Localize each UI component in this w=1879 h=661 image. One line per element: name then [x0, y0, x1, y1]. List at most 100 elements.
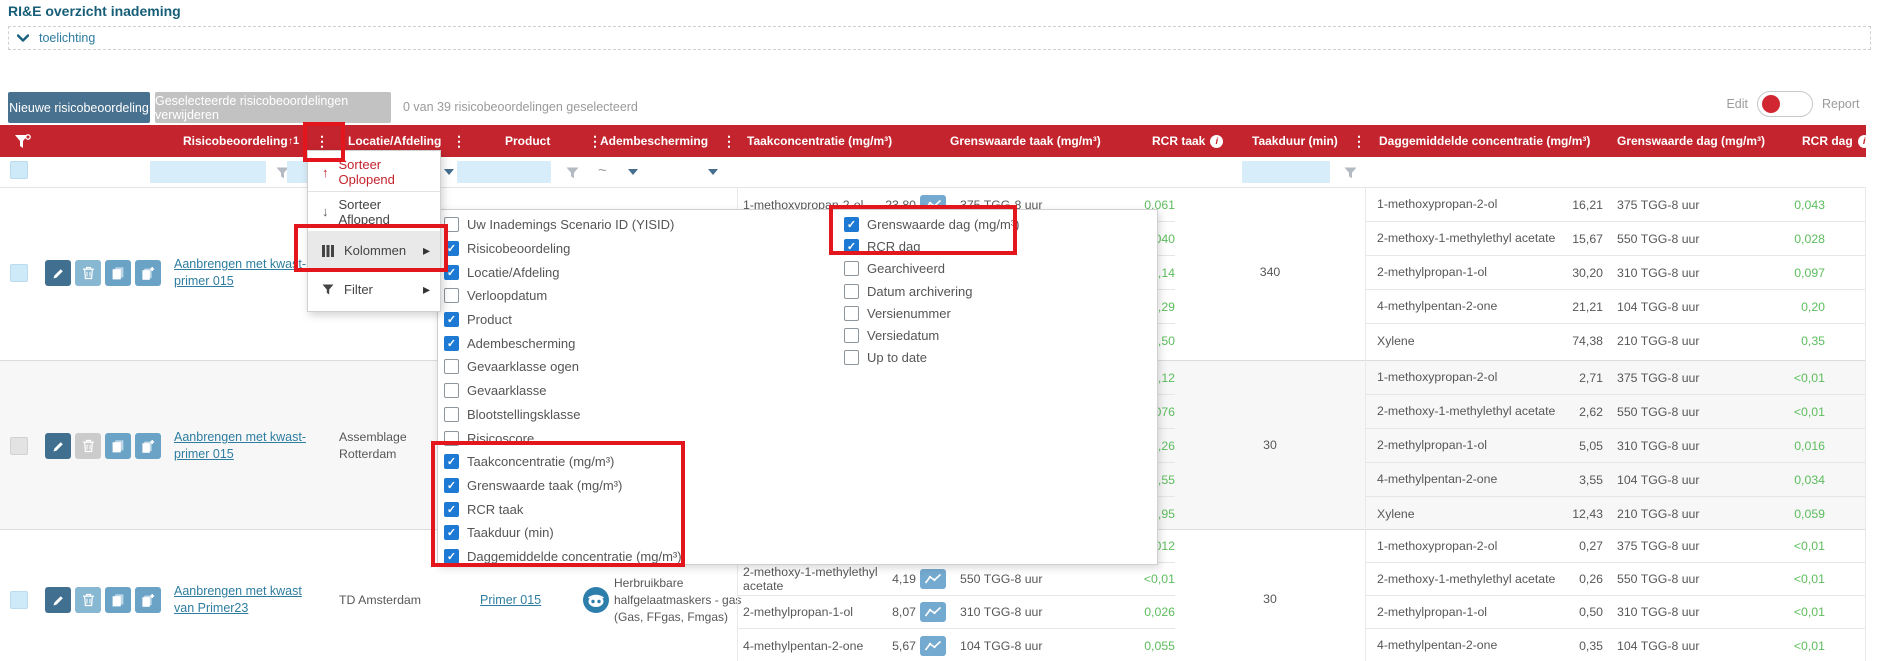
checkbox[interactable]	[844, 261, 859, 276]
edit-report-toggle[interactable]	[1757, 91, 1813, 117]
column-toggle-item[interactable]: Uw Inademings Scenario ID (YISID)	[444, 213, 682, 237]
edit-button[interactable]	[45, 260, 71, 286]
column-toggle-item[interactable]: Grenswaarde taak (mg/m³)	[444, 474, 682, 498]
checkbox[interactable]	[444, 336, 459, 351]
exposure-chart-icon[interactable]	[920, 569, 946, 589]
checkbox[interactable]	[444, 454, 459, 469]
menu-item-sort-descending[interactable]: Sorteer Aflopend	[308, 192, 440, 231]
column-toggle-item[interactable]: Gearchiveerd	[844, 258, 1019, 280]
column-toggle-item[interactable]: Risicobeoordeling	[444, 237, 682, 261]
column-toggle-item[interactable]: Daggemiddelde concentratie (mg/m³)	[444, 545, 682, 569]
copy-new-version-button[interactable]	[135, 433, 161, 459]
filter-funnel-icon[interactable]	[1344, 166, 1357, 184]
checkbox[interactable]	[844, 284, 859, 299]
column-menu-icon[interactable]	[452, 125, 466, 157]
checkbox[interactable]	[444, 407, 459, 422]
filter-funnel-icon[interactable]	[566, 166, 579, 184]
column-toggle-item[interactable]: Gevaarklasse	[444, 379, 682, 403]
copy-new-version-button[interactable]	[135, 260, 161, 286]
select-all-checkbox[interactable]	[10, 161, 28, 179]
column-toggle-item[interactable]: RCR dag	[844, 235, 1019, 257]
column-menu-icon[interactable]	[1352, 125, 1366, 157]
column-header-rcr-dag[interactable]: RCR dagi	[1802, 125, 1871, 157]
row-checkbox[interactable]	[10, 264, 28, 282]
column-toggle-item[interactable]: Gevaarklasse ogen	[444, 355, 682, 379]
column-toggle-item[interactable]: Verloopdatum	[444, 284, 682, 308]
column-menu-icon[interactable]	[722, 125, 736, 157]
chevron-down-icon[interactable]	[444, 169, 454, 175]
checkbox[interactable]	[444, 383, 459, 398]
column-toggle-item[interactable]: Grenswaarde dag (mg/m³)	[844, 213, 1019, 235]
filter-input-taakduur[interactable]	[1242, 161, 1330, 183]
column-header-daggemiddelde[interactable]: Daggemiddelde concentratie (mg/m³)	[1379, 125, 1590, 157]
checkbox[interactable]	[444, 288, 459, 303]
risk-assessment-link[interactable]: Aanbrengen met kwast-primer 015	[174, 256, 306, 290]
column-toggle-item[interactable]: RCR taak	[444, 497, 682, 521]
risk-assessment-link[interactable]: Aanbrengen met kwastvan Primer23	[174, 583, 306, 617]
column-header-grenswaarde-dag[interactable]: Grenswaarde dag (mg/m³)	[1617, 125, 1765, 157]
delete-selected-button[interactable]: Geselecteerde risicobeoordelingen verwij…	[155, 92, 391, 123]
checkbox[interactable]	[444, 265, 459, 280]
checkbox[interactable]	[444, 525, 459, 540]
delete-button[interactable]	[75, 260, 101, 286]
info-icon[interactable]: i	[1858, 135, 1871, 148]
exposure-chart-icon[interactable]	[920, 636, 946, 656]
checkbox[interactable]	[444, 312, 459, 327]
edit-button[interactable]	[45, 433, 71, 459]
checkbox[interactable]	[444, 478, 459, 493]
filter-input-risicobeoordeling[interactable]	[150, 161, 266, 183]
risk-assessment-link[interactable]: Aanbrengen met kwast-primer 015	[174, 429, 306, 463]
row-checkbox[interactable]	[10, 591, 28, 609]
filter-input-product[interactable]	[457, 161, 551, 183]
copy-button[interactable]	[105, 587, 131, 613]
product-link[interactable]: Primer 015	[480, 592, 541, 609]
column-toggle-item[interactable]: Locatie/Afdeling	[444, 260, 682, 284]
column-toggle-item[interactable]: Product	[444, 308, 682, 332]
column-header-adembescherming[interactable]: Adembescherming	[600, 125, 708, 157]
menu-item-sort-ascending[interactable]: Sorteer Oplopend	[308, 153, 440, 192]
menu-item-filter[interactable]: Filter	[308, 270, 440, 309]
checkbox[interactable]	[444, 241, 459, 256]
column-toggle-item[interactable]: Versienummer	[844, 302, 1019, 324]
column-toggle-item[interactable]: Adembescherming	[444, 331, 682, 355]
delete-button[interactable]	[75, 587, 101, 613]
chevron-down-icon[interactable]	[628, 169, 638, 175]
copy-new-version-button[interactable]	[135, 587, 161, 613]
column-toggle-item[interactable]: Taakduur (min)	[444, 521, 682, 545]
checkbox[interactable]	[444, 502, 459, 517]
checkbox[interactable]	[844, 306, 859, 321]
delete-button[interactable]	[75, 433, 101, 459]
row-checkbox[interactable]	[10, 437, 28, 455]
filter-operator[interactable]: ~	[598, 162, 607, 179]
column-toggle-item[interactable]: Risicoscore	[444, 426, 682, 450]
new-risk-assessment-button[interactable]: Nieuwe risicobeoordeling	[8, 92, 150, 123]
checkbox[interactable]	[444, 359, 459, 374]
menu-item-columns[interactable]: Kolommen	[308, 231, 440, 270]
column-header-risicobeoordeling[interactable]: Risicobeoordeling	[183, 125, 288, 157]
column-toggle-item[interactable]: Up to date	[844, 347, 1019, 369]
checkbox[interactable]	[444, 431, 459, 446]
column-header-rcr-taak[interactable]: RCR taaki	[1152, 125, 1223, 157]
filter-icon[interactable]	[14, 134, 31, 154]
column-toggle-item[interactable]: Versiedatum	[844, 324, 1019, 346]
column-header-product[interactable]: Product	[505, 125, 550, 157]
edit-button[interactable]	[45, 587, 71, 613]
column-header-grenswaarde-taak[interactable]: Grenswaarde taak (mg/m³)	[950, 125, 1101, 157]
chevron-down-icon[interactable]	[708, 169, 718, 175]
checkbox[interactable]	[844, 350, 859, 365]
info-icon[interactable]: i	[1210, 135, 1223, 148]
column-header-taakduur[interactable]: Taakduur (min)	[1252, 125, 1338, 157]
checkbox[interactable]	[444, 549, 459, 564]
copy-button[interactable]	[105, 260, 131, 286]
exposure-chart-icon[interactable]	[920, 602, 946, 622]
column-toggle-item[interactable]: Blootstellingsklasse	[444, 403, 682, 427]
checkbox[interactable]	[444, 217, 459, 232]
checkbox[interactable]	[844, 217, 859, 232]
column-toggle-item[interactable]: Taakconcentratie (mg/m³)	[444, 450, 682, 474]
toelichting-toggle[interactable]: toelichting	[8, 26, 1871, 50]
column-header-taakconcentratie[interactable]: Taakconcentratie (mg/m³)	[747, 125, 892, 157]
checkbox[interactable]	[844, 239, 859, 254]
column-toggle-item[interactable]: Datum archivering	[844, 280, 1019, 302]
checkbox[interactable]	[844, 328, 859, 343]
copy-button[interactable]	[105, 433, 131, 459]
